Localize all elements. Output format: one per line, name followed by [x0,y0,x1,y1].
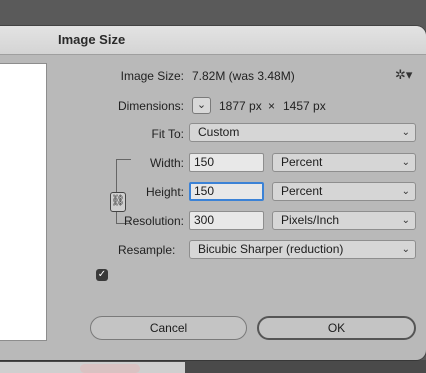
resample-label: Resample: [118,243,176,257]
resample-value: Bicubic Sharper (reduction) [198,242,344,256]
dialog-titlebar[interactable]: Image Size [0,26,426,55]
image-size-label: Image Size: [120,69,184,83]
chevron-down-icon: ⌄ [401,127,410,138]
fit-to-select[interactable]: Custom ⌄ [189,123,416,142]
resolution-unit-select[interactable]: Pixels/Inch ⌄ [272,211,416,230]
resolution-label: Resolution: [123,214,184,228]
resample-checkbox[interactable]: ✓ [96,269,108,281]
dimensions-height: 1457 px [283,99,326,113]
chevron-down-icon: ⌄ [196,99,207,111]
image-size-dialog: Image Size Image Size: 7.82M (was 3.48M)… [0,26,426,360]
height-input[interactable]: 150 [189,182,264,201]
dimensions-units-toggle[interactable]: ⌄ [192,97,211,114]
dimensions-width: 1877 px [219,99,262,113]
cancel-button[interactable]: Cancel [90,316,247,340]
chevron-down-icon: ⌄ [401,186,410,197]
checkmark-icon: ✓ [97,269,107,280]
resolution-unit-value: Pixels/Inch [281,213,340,227]
width-input[interactable]: 150 [189,153,264,172]
ok-button[interactable]: OK [257,316,416,340]
width-unit-value: Percent [281,155,323,169]
height-label: Height: [145,185,184,199]
gear-icon[interactable]: ✲▾ [395,67,412,82]
background-image-fragment [80,364,140,373]
fit-to-label: Fit To: [151,127,184,141]
chevron-down-icon: ⌄ [401,244,410,255]
height-unit-value: Percent [281,184,323,198]
chevron-down-icon: ⌄ [401,215,410,226]
resolution-input[interactable]: 300 [189,211,264,230]
chevron-down-icon: ⌄ [401,157,410,168]
fit-to-value: Custom [198,125,240,139]
dimensions-times: × [268,99,276,113]
image-size-value: 7.82M (was 3.48M) [192,69,295,83]
width-label: Width: [149,156,184,170]
dialog-title: Image Size [58,32,126,47]
width-unit-select[interactable]: Percent ⌄ [272,153,416,172]
dimensions-label: Dimensions: [117,99,184,113]
height-unit-select[interactable]: Percent ⌄ [272,182,416,201]
resample-select[interactable]: Bicubic Sharper (reduction) ⌄ [189,240,416,259]
image-preview[interactable] [0,63,47,341]
